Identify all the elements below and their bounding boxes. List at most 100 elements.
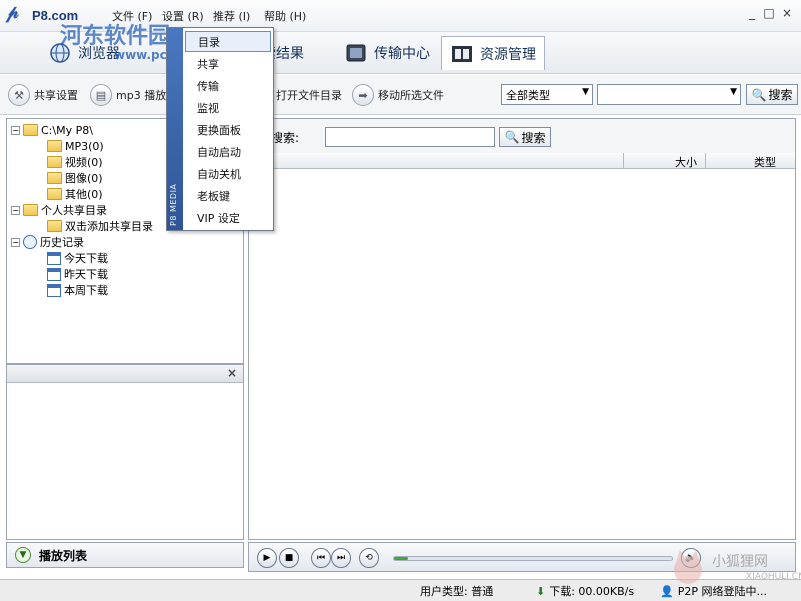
filter-select[interactable]: ▼ <box>597 84 741 105</box>
collapse-icon[interactable]: − <box>11 237 20 247</box>
arrow-right-icon: ➡ <box>352 84 374 106</box>
menu-side-banner: P8 MEDIA <box>167 28 183 230</box>
tree-root[interactable]: − C:\My P8\ <box>11 122 93 138</box>
maximize-button[interactable]: □ <box>762 6 776 20</box>
menu-recommend[interactable]: 推荐 (I) <box>213 8 250 24</box>
tree-item-label: 图像(0) <box>65 172 103 185</box>
tree-item-label: 视频(0) <box>65 156 103 169</box>
share-settings-button[interactable]: ⚒ 共享设置 <box>8 81 78 109</box>
menu-item-7[interactable]: 老板键 <box>185 185 271 206</box>
local-search-bar: 地搜索: 🔍 搜索 <box>249 119 795 153</box>
menu-item-0[interactable]: 目录 <box>185 31 271 52</box>
tab-resource-manager[interactable]: 资源管理 <box>441 36 545 70</box>
user-type-text: 用户类型: 普通 <box>420 585 494 598</box>
previous-button[interactable]: ⏮ <box>311 548 331 568</box>
tree-shared-label: 个人共享目录 <box>41 204 107 217</box>
tree-item-this-week[interactable]: 本周下载 <box>47 282 108 298</box>
watermark-fox-text: 小狐狸网 <box>712 554 768 570</box>
file-list-panel: 地搜索: 🔍 搜索 件名 大小 类型 <box>248 118 796 540</box>
tree-item-today[interactable]: 今天下载 <box>47 250 108 266</box>
share-settings-label: 共享设置 <box>34 89 78 102</box>
playback-progress-fill <box>394 557 408 560</box>
menu-item-8[interactable]: VIP 设定 <box>185 207 271 228</box>
clock-icon <box>23 235 37 249</box>
tree-item-image[interactable]: 图像(0) <box>47 170 103 186</box>
wrench-icon: ⚒ <box>8 84 30 106</box>
local-search-input[interactable] <box>325 127 495 147</box>
document-icon: ▤ <box>90 84 112 106</box>
column-type[interactable]: 类型 <box>754 154 776 170</box>
collapse-icon[interactable]: − <box>11 125 20 135</box>
tree-item-other[interactable]: 其他(0) <box>47 186 103 202</box>
settings-dropdown-menu: P8 MEDIA 目录 共享 传输 监视 更换面板 自动启动 自动关机 老板键 VIP 设定 <box>166 27 274 231</box>
tree-item-label: 双击添加共享目录 <box>65 220 153 233</box>
menu-item-3[interactable]: 监视 <box>185 97 271 118</box>
watermark-site: 河东软件园 <box>60 24 171 49</box>
toolbar-search-button[interactable]: 🔍 搜索 <box>746 84 798 105</box>
menu-item-2[interactable]: 传输 <box>185 75 271 96</box>
folder-icon <box>23 204 38 216</box>
tree-shared[interactable]: − 个人共享目录 <box>11 202 107 218</box>
minimize-button[interactable]: _ <box>745 6 759 20</box>
tab-transfer-center-label: 传输中心 <box>374 46 430 62</box>
playback-progress[interactable] <box>393 556 673 561</box>
close-icon[interactable]: × <box>227 366 237 380</box>
tree-history[interactable]: − 历史记录 <box>11 234 84 250</box>
local-search-button[interactable]: 🔍 搜索 <box>499 127 551 147</box>
type-select[interactable]: 全部类型 ▼ <box>501 84 593 105</box>
type-select-value: 全部类型 <box>506 89 550 102</box>
menu-item-6[interactable]: 自动关机 <box>185 163 271 184</box>
tree-item-label: 本周下载 <box>64 284 108 297</box>
close-button[interactable]: × <box>780 6 794 20</box>
chevron-down-icon: ▼ <box>730 87 737 97</box>
transfer-icon <box>344 41 368 65</box>
film-icon <box>450 42 474 66</box>
tree-item-yesterday[interactable]: 昨天下载 <box>47 266 108 282</box>
local-search-button-label: 搜索 <box>521 130 546 145</box>
open-folder-label: 打开文件目录 <box>276 89 342 102</box>
column-size[interactable]: 大小 <box>675 154 697 170</box>
repeat-button[interactable]: ⟲ <box>359 548 379 568</box>
folder-icon <box>47 188 62 200</box>
folder-icon <box>47 156 62 168</box>
chevron-down-icon: ▼ <box>582 87 589 97</box>
tree-item-label: 今天下载 <box>64 252 108 265</box>
play-button[interactable]: ▶ <box>257 548 277 568</box>
tree-item-add-shared[interactable]: 双击添加共享目录 <box>47 218 153 234</box>
tree-history-label: 历史记录 <box>40 236 84 249</box>
tab-transfer-center[interactable]: 传输中心 <box>336 36 438 70</box>
playlist-panel-header: × <box>7 365 243 383</box>
stop-button[interactable]: ■ <box>279 548 299 568</box>
chevron-down-icon: ▼ <box>15 547 31 563</box>
mp3-play-button[interactable]: ▤ mp3 播放 <box>90 81 166 109</box>
menu-item-4[interactable]: 更换面板 <box>185 119 271 140</box>
menu-item-5[interactable]: 自动启动 <box>185 141 271 162</box>
open-folder-button[interactable]: 打开文件目录 <box>276 81 342 109</box>
search-icon: 🔍 <box>751 87 767 102</box>
tree-item-video[interactable]: 视频(0) <box>47 154 103 170</box>
collapse-icon[interactable]: − <box>11 205 20 215</box>
next-button[interactable]: ⏭ <box>331 548 351 568</box>
download-status: ⬇ 下载: 00.00KB/s <box>536 583 634 599</box>
folder-icon <box>47 172 62 184</box>
mp3-play-label: mp3 播放 <box>116 89 167 102</box>
folder-icon <box>47 220 62 232</box>
download-text: 下载: 00.00KB/s <box>549 585 635 598</box>
playlist-toggle[interactable]: ▼ 播放列表 <box>6 542 244 568</box>
calendar-icon <box>47 283 61 297</box>
column-divider <box>705 153 706 168</box>
folder-icon <box>23 124 38 136</box>
tab-resource-manager-label: 资源管理 <box>480 46 536 63</box>
tree-item-label: MP3(0) <box>65 139 104 153</box>
menu-help[interactable]: 帮助 (H) <box>264 8 306 24</box>
playlist-panel: × <box>6 364 244 540</box>
move-selected-button[interactable]: ➡ 移动所选文件 <box>352 81 444 109</box>
column-divider <box>623 153 624 168</box>
watermark-fox-url: XIAOHULI.CN <box>746 572 801 582</box>
calendar-icon <box>47 267 61 281</box>
download-arrow-icon: ⬇ <box>536 584 546 598</box>
tree-item-mp3[interactable]: MP3(0) <box>47 138 104 154</box>
tree-root-label: C:\My P8\ <box>41 123 93 137</box>
toolbar: ⚒ 共享设置 ▤ mp3 播放 打开文件目录 ➡ 移动所选文件 全部类型 ▼ ▼… <box>0 75 801 115</box>
menu-item-1[interactable]: 共享 <box>185 53 271 74</box>
